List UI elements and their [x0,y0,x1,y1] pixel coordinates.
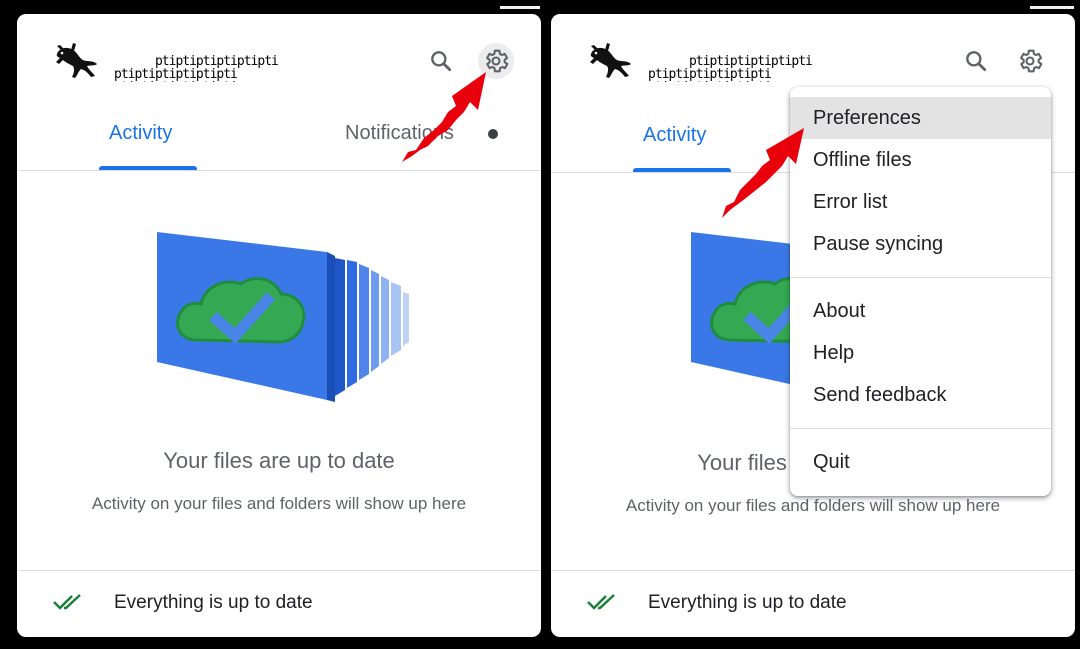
gecko-logo-icon [56,43,97,78]
menu-item-offline-files[interactable]: Offline files [790,139,1051,181]
menu-item-send-feedback[interactable]: Send feedback [790,374,1051,416]
window-edge-mark [1030,6,1074,9]
empty-state-title: Your files are up to date [163,448,395,473]
menu-item-help[interactable]: Help [790,332,1051,374]
gecko-logo-icon [590,43,631,78]
active-tab-indicator [633,168,731,172]
menu-item-error-list[interactable]: Error list [790,181,1051,223]
menu-item-preferences[interactable]: Preferences [790,97,1051,139]
double-check-icon [587,594,615,610]
sync-status-bar: Everything is up to date [17,570,541,637]
red-arrow-annotation [402,72,486,162]
settings-button[interactable] [1012,43,1048,79]
menu-item-quit[interactable]: Quit [790,441,1051,483]
menu-divider [790,277,1051,278]
sync-status-text: Everything is up to date [114,592,313,613]
gear-icon [1020,49,1043,73]
account-label: ptiptiptiptiptiptiptiptiptiptiptiptiptip… [114,54,279,82]
sync-status-bar: Everything is up to date [551,570,1075,637]
settings-menu: Preferences Offline files Error list Pau… [790,87,1051,496]
tab-activity[interactable]: Activity [643,124,706,147]
active-tab-indicator [99,166,197,170]
account-label: ptiptiptiptiptiptiptiptiptiptiptiptiptip… [648,54,813,82]
menu-item-about[interactable]: About [790,290,1051,332]
tab-activity[interactable]: Activity [109,122,172,145]
search-button[interactable] [958,43,994,79]
double-check-icon [53,594,81,610]
window-edge-mark [500,6,540,9]
menu-divider [790,428,1051,429]
sync-status-text: Everything is up to date [648,592,847,613]
empty-state-subtitle: Activity on your files and folders will … [625,496,1001,515]
red-arrow-annotation [722,128,804,218]
empty-state-subtitle: Activity on your files and folders will … [91,494,467,513]
search-icon [966,51,987,72]
cloud-check-icon [157,232,409,402]
menu-item-pause-syncing[interactable]: Pause syncing [790,223,1051,265]
